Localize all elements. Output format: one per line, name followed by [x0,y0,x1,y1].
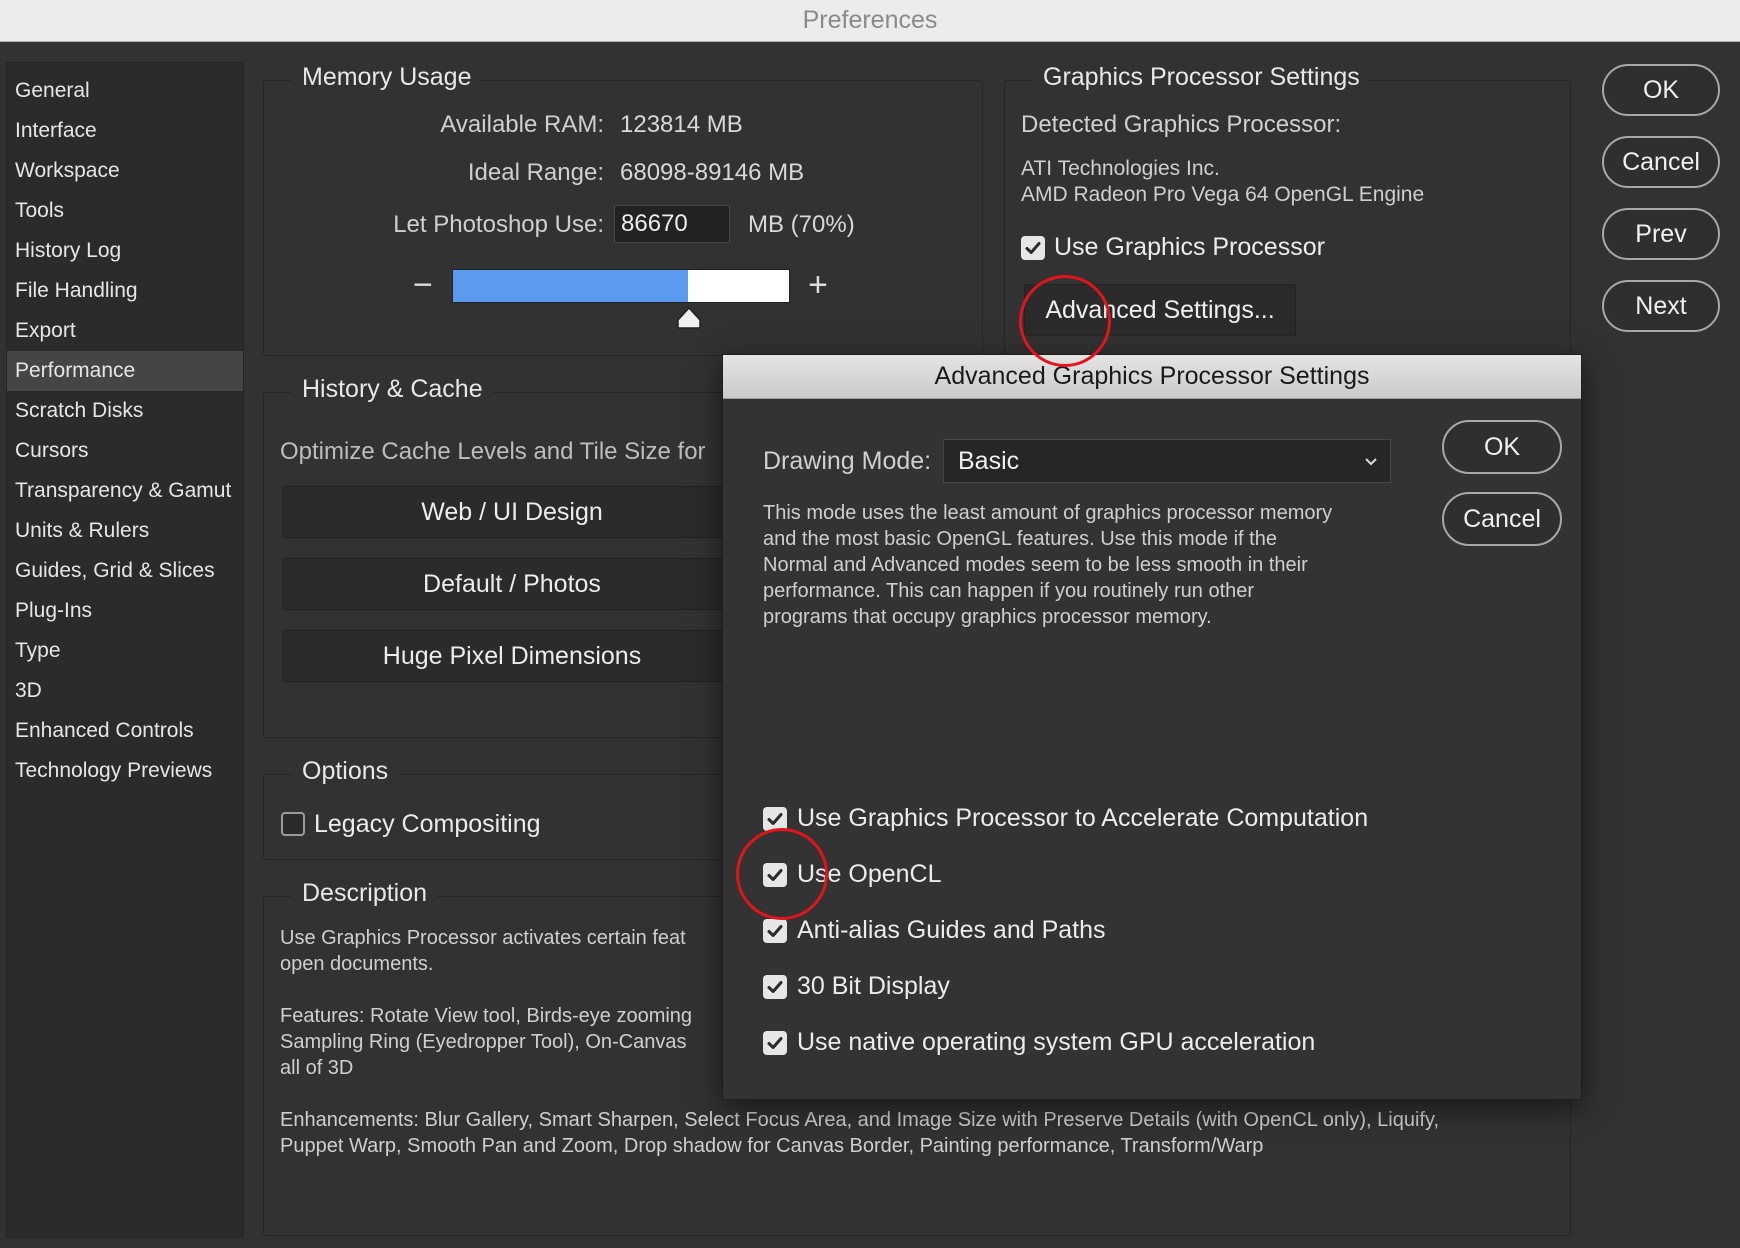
sidebar-item-technology-previews[interactable]: Technology Previews [7,751,243,791]
mode-description-line: performance. This can happen if you rout… [763,580,1255,602]
antialias-guides-checkbox[interactable] [763,919,787,943]
description-line: Puppet Warp, Smooth Pan and Zoom, Drop s… [280,1135,1264,1157]
sidebar-item-interface[interactable]: Interface [7,111,243,151]
huge-pixel-dimensions-button[interactable]: Huge Pixel Dimensions [282,630,742,682]
increase-ram-button[interactable]: + [808,268,828,302]
decrease-ram-button[interactable]: − [413,268,433,302]
available-ram-value: 123814 MB [620,111,743,138]
sidebar-item-export[interactable]: Export [7,311,243,351]
description-line: Sampling Ring (Eyedropper Tool), On-Canv… [280,1031,687,1053]
gpu-settings-title: Graphics Processor Settings [1033,63,1370,92]
use-opencl-label: Use OpenCL [797,860,942,888]
sidebar-item-cursors[interactable]: Cursors [7,431,243,471]
checkmark-icon [767,813,783,825]
next-button[interactable]: Next [1602,280,1720,332]
description-line: open documents. [280,953,434,975]
30-bit-display-checkbox[interactable] [763,975,787,999]
ram-slider[interactable] [452,269,790,303]
ideal-range-label: Ideal Range: [467,159,604,186]
preferences-sidebar: General Interface Workspace Tools Histor… [6,62,244,1238]
dialog-ok-button[interactable]: OK [1442,420,1562,474]
description-line: all of 3D [280,1057,354,1079]
checkmark-icon [767,1037,783,1049]
mode-description-line: and the most basic OpenGL features. Use … [763,528,1277,550]
available-ram-label: Available RAM: [440,111,604,138]
legacy-compositing-label: Legacy Compositing [314,810,541,838]
use-opencl-checkbox[interactable] [763,863,787,887]
drawing-mode-label: Drawing Mode: [763,447,932,475]
gpu-model: AMD Radeon Pro Vega 64 OpenGL Engine [1021,183,1425,206]
default-photos-button[interactable]: Default / Photos [282,558,742,610]
prev-button[interactable]: Prev [1602,208,1720,260]
description-line: Enhancements: Blur Gallery, Smart Sharpe… [280,1109,1440,1131]
ram-slider-fill [453,270,689,302]
drawing-mode-select[interactable]: Basic [943,439,1391,483]
web-ui-design-button[interactable]: Web / UI Design [282,486,742,538]
sidebar-item-general[interactable]: General [7,71,243,111]
legacy-compositing-checkbox[interactable] [281,812,305,836]
history-cache-title: History & Cache [292,375,493,404]
dialog-title: Advanced Graphics Processor Settings [723,355,1581,399]
sidebar-item-workspace[interactable]: Workspace [7,151,243,191]
advanced-gpu-dialog: Advanced Graphics Processor Settings Dra… [722,354,1582,1100]
sidebar-item-file-handling[interactable]: File Handling [7,271,243,311]
native-gpu-acceleration-label: Use native operating system GPU accelera… [797,1028,1316,1056]
accelerate-computation-checkbox[interactable] [763,807,787,831]
description-line: Features: Rotate View tool, Birds-eye zo… [280,1005,693,1027]
sidebar-item-plug-ins[interactable]: Plug-Ins [7,591,243,631]
checkmark-icon [767,925,783,937]
ram-amount-input[interactable]: 86670 [614,205,730,243]
window-title: Preferences [802,6,938,34]
description-title: Description [292,879,438,908]
use-gpu-label: Use Graphics Processor [1054,233,1325,261]
memory-usage-title: Memory Usage [292,63,482,92]
advanced-settings-button[interactable]: Advanced Settings... [1024,284,1296,336]
optimize-cache-label: Optimize Cache Levels and Tile Size for [280,438,706,465]
mode-description-line: This mode uses the least amount of graph… [763,502,1333,524]
drawing-mode-value: Basic [958,447,1020,475]
antialias-guides-label: Anti-alias Guides and Paths [797,916,1106,944]
mode-description-line: programs that occupy graphics processor … [763,606,1212,628]
sidebar-item-enhanced-controls[interactable]: Enhanced Controls [7,711,243,751]
checkmark-icon [767,869,783,881]
cancel-button[interactable]: Cancel [1602,136,1720,188]
chevron-down-icon [1365,458,1377,466]
sidebar-item-type[interactable]: Type [7,631,243,671]
sidebar-item-transparency-gamut[interactable]: Transparency & Gamut [7,471,243,511]
ok-button[interactable]: OK [1602,64,1720,116]
ideal-range-value: 68098-89146 MB [620,159,805,186]
sidebar-item-3d[interactable]: 3D [7,671,243,711]
options-title: Options [292,757,399,786]
sidebar-item-history-log[interactable]: History Log [7,231,243,271]
native-gpu-acceleration-checkbox[interactable] [763,1031,787,1055]
30-bit-display-label: 30 Bit Display [797,972,950,1000]
use-gpu-checkbox[interactable] [1021,236,1045,260]
sidebar-item-guides-grid-slices[interactable]: Guides, Grid & Slices [7,551,243,591]
window-titlebar: Preferences [0,0,1740,42]
checkmark-icon [1025,242,1041,254]
sidebar-item-scratch-disks[interactable]: Scratch Disks [7,391,243,431]
ram-percent-label: MB (70%) [748,211,855,238]
sidebar-item-units-rulers[interactable]: Units & Rulers [7,511,243,551]
detected-gpu-label: Detected Graphics Processor: [1021,111,1342,138]
sidebar-item-performance[interactable]: Performance [7,351,243,391]
mode-description-line: Normal and Advanced modes seem to be les… [763,554,1308,576]
photoshop-use-label: Let Photoshop Use: [393,211,604,238]
gpu-vendor: ATI Technologies Inc. [1021,157,1220,180]
accelerate-computation-label: Use Graphics Processor to Accelerate Com… [797,804,1369,832]
checkmark-icon [767,981,783,993]
description-line: Use Graphics Processor activates certain… [280,927,686,949]
sidebar-item-tools[interactable]: Tools [7,191,243,231]
dialog-cancel-button[interactable]: Cancel [1442,492,1562,546]
